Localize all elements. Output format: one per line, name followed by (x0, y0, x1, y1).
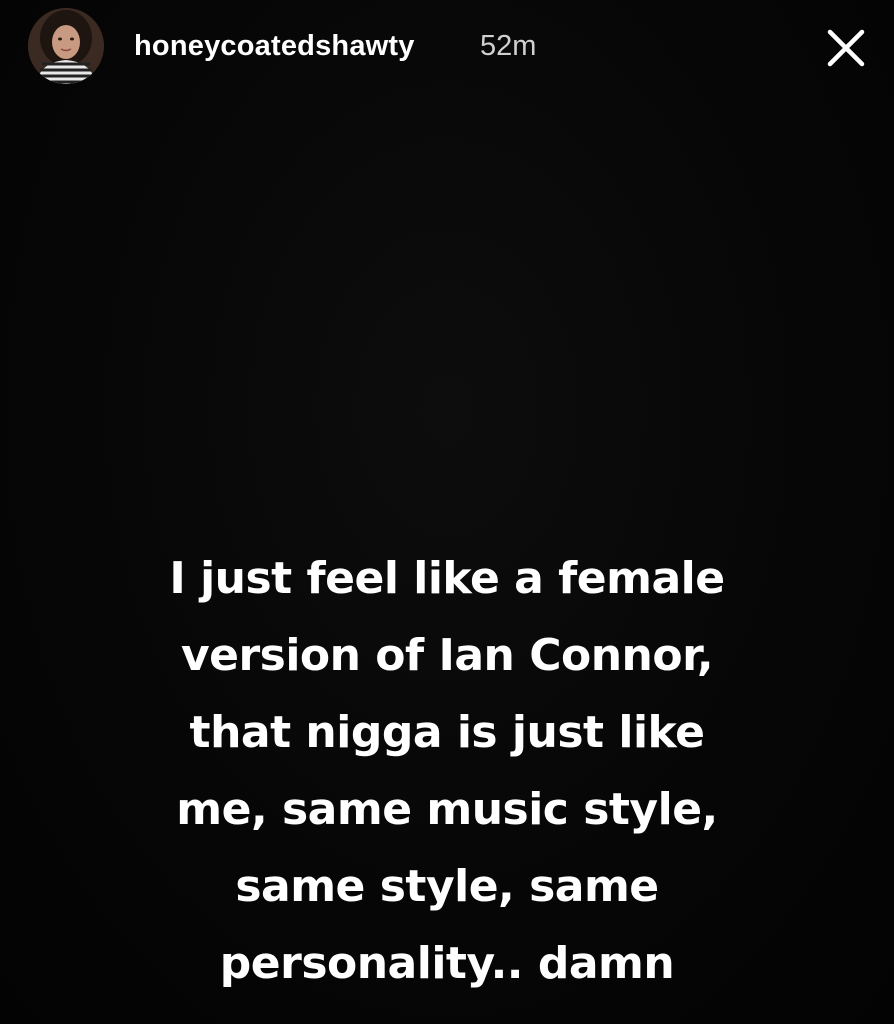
caption-line: personality.. damn (219, 938, 675, 989)
caption-line: me, same music style, (176, 784, 718, 835)
avatar[interactable] (28, 8, 104, 84)
close-button[interactable] (818, 20, 874, 76)
caption-line: that nigga is just like (189, 707, 705, 758)
caption-line: same style, same (235, 861, 659, 912)
username[interactable]: honeycoatedshawty (134, 28, 415, 64)
story-viewer[interactable]: honeycoatedshawty 52m I just feel like a… (0, 0, 894, 1024)
caption-line: version of Ian Connor, (180, 630, 714, 681)
story-caption: I just feel like a female version of Ian… (0, 540, 894, 1002)
timestamp: 52m (480, 30, 537, 62)
profile-photo-icon (28, 8, 104, 84)
close-icon (827, 29, 865, 67)
caption-line: I just feel like a female (169, 553, 725, 604)
story-header: honeycoatedshawty 52m (0, 0, 894, 96)
